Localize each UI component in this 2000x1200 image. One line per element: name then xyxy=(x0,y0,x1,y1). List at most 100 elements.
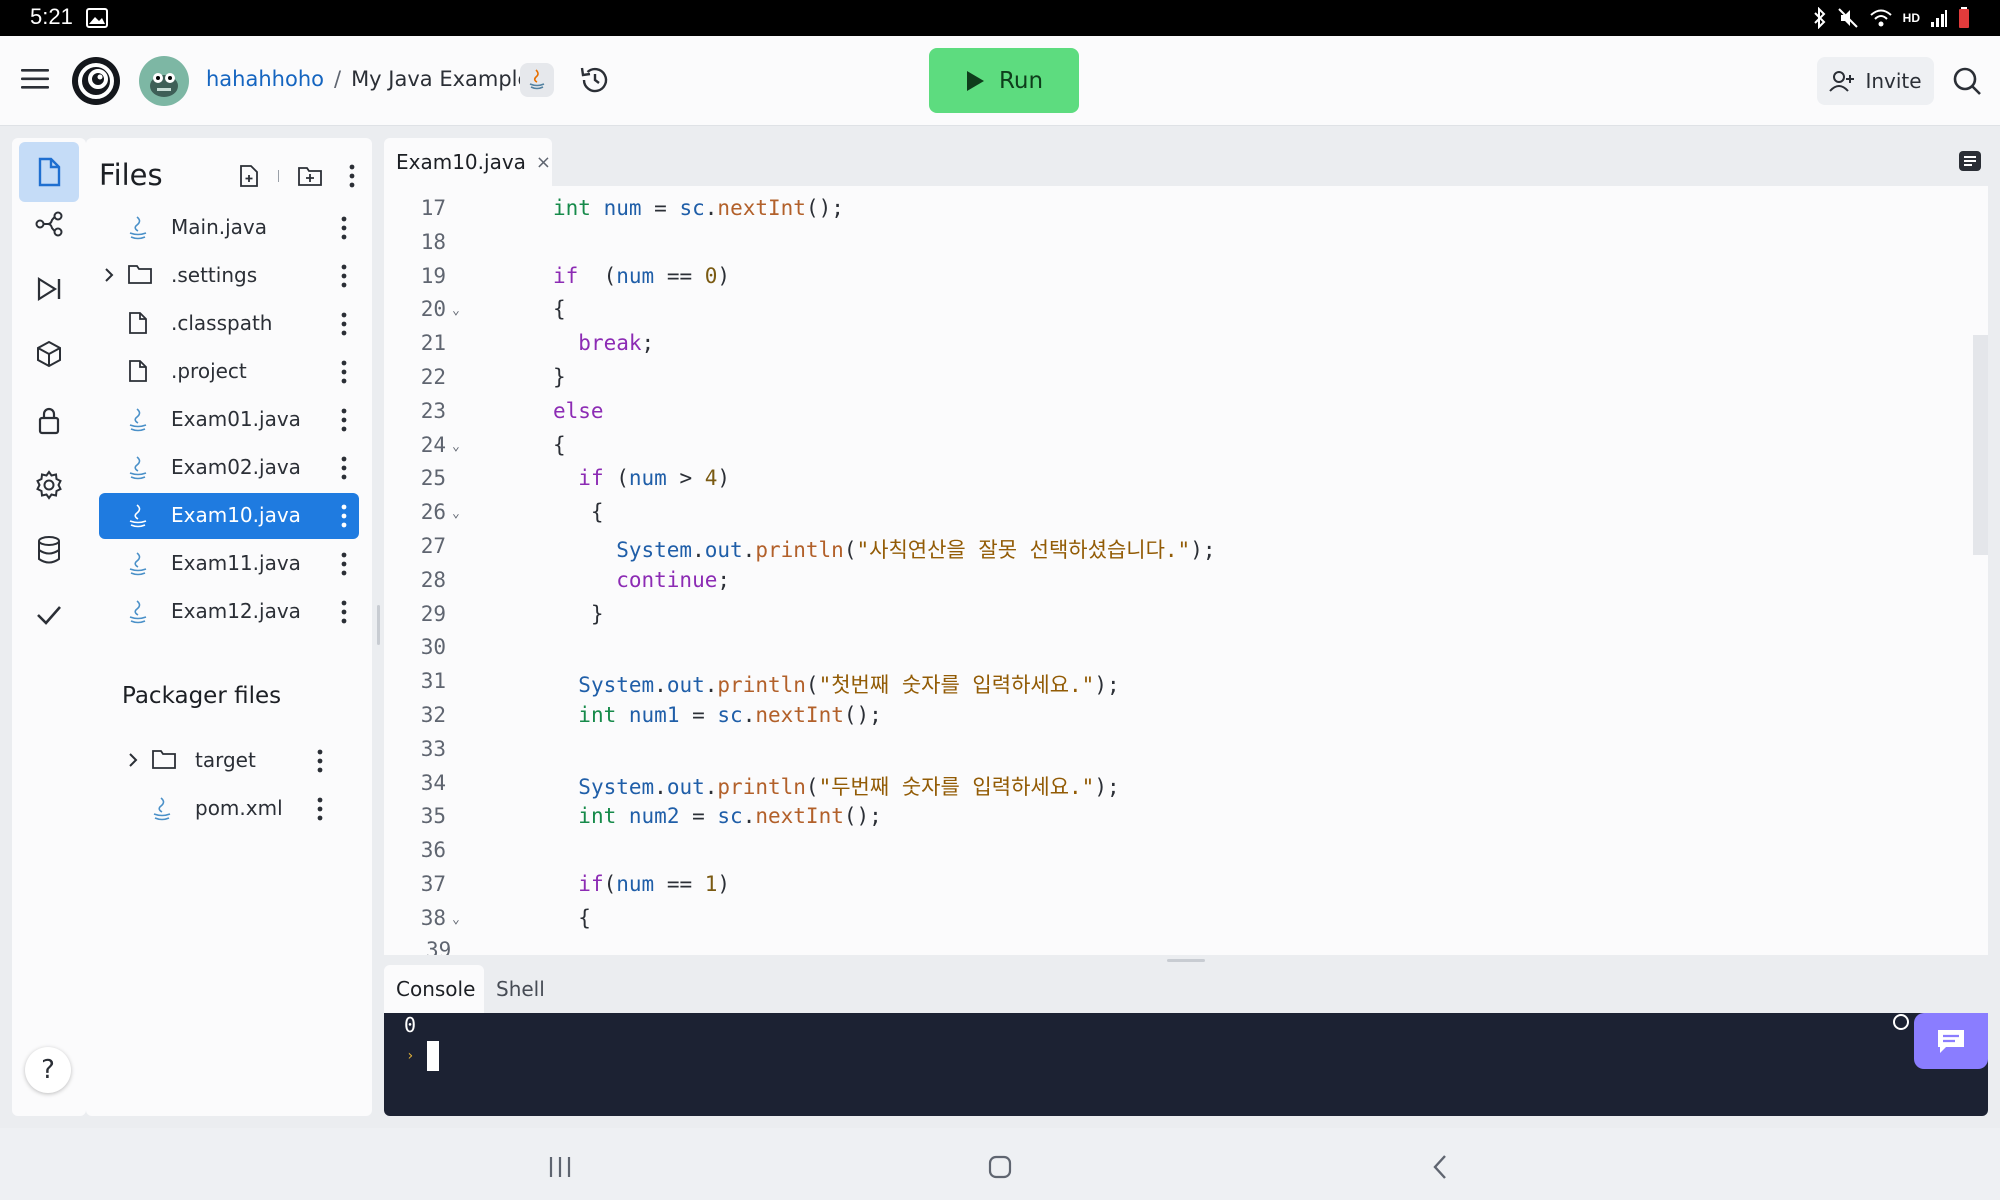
file-menu-icon[interactable] xyxy=(317,749,323,773)
folder-item-target[interactable]: target xyxy=(123,738,359,784)
line-number: 22 xyxy=(420,365,446,389)
tab-shell[interactable]: Shell xyxy=(496,965,545,1013)
fold-chevron-icon[interactable]: ⌄ xyxy=(452,303,460,318)
file-item-classpath[interactable]: .classpath xyxy=(99,301,359,347)
file-item-exam02-java[interactable]: Exam02.java xyxy=(99,445,359,491)
close-icon[interactable]: × xyxy=(536,152,551,173)
recents-icon[interactable] xyxy=(548,1156,572,1178)
breadcrumb-user[interactable]: hahahhoho xyxy=(206,67,324,91)
code-text: if (num > 4) xyxy=(578,466,731,491)
file-menu-icon[interactable] xyxy=(341,504,347,528)
line-number: 26 xyxy=(420,500,446,525)
avatar[interactable] xyxy=(139,56,189,106)
tab-label: Exam10.java xyxy=(396,150,526,174)
chat-button[interactable] xyxy=(1914,1013,1988,1069)
files-icon[interactable] xyxy=(19,142,79,202)
git-icon[interactable] xyxy=(19,194,79,254)
file-menu-icon[interactable] xyxy=(341,264,347,288)
menu-icon[interactable] xyxy=(20,68,50,90)
file-item-project[interactable]: .project xyxy=(99,349,359,395)
code-text: continue; xyxy=(616,567,731,592)
file-name: Exam10.java xyxy=(171,503,301,527)
file-item-exam01-java[interactable]: Exam01.java xyxy=(99,397,359,443)
help-button[interactable]: ? xyxy=(25,1047,71,1093)
new-folder-icon[interactable] xyxy=(297,165,323,187)
settings-icon[interactable] xyxy=(19,455,79,515)
code-line: 38 ⌄ { xyxy=(384,902,1988,936)
run-button[interactable]: Run xyxy=(929,48,1079,113)
console-resize-handle[interactable] xyxy=(1167,959,1205,962)
code-line: 28 continue; xyxy=(384,564,1988,598)
file-name: .settings xyxy=(171,263,258,287)
file-menu-icon[interactable] xyxy=(317,797,323,821)
fold-chevron-icon[interactable]: ⌄ xyxy=(452,912,460,927)
file-menu-icon[interactable] xyxy=(341,408,347,432)
java-icon xyxy=(127,215,149,241)
line-number: 27 xyxy=(420,534,446,558)
code-text: if (num == 0) xyxy=(553,263,731,288)
replit-logo-icon[interactable] xyxy=(70,55,122,107)
back-icon[interactable] xyxy=(1432,1154,1448,1180)
wifi-icon xyxy=(1869,8,1893,28)
file-name: Exam12.java xyxy=(171,599,301,623)
history-icon[interactable] xyxy=(578,63,612,97)
code-line: 34 System.out.println("두번째 숫자를 입력하세요."); xyxy=(384,767,1988,801)
file-name: .classpath xyxy=(171,311,273,335)
editor-scrollbar[interactable] xyxy=(1973,335,1988,555)
tab-console[interactable]: Console xyxy=(384,965,484,1013)
file-menu-icon[interactable] xyxy=(341,216,347,240)
new-file-icon[interactable] xyxy=(238,164,260,188)
line-number: 20 xyxy=(420,297,446,322)
gallery-icon xyxy=(86,8,108,28)
java-language-icon[interactable] xyxy=(520,63,554,97)
packages-icon[interactable] xyxy=(19,324,79,384)
project-name[interactable]: My Java Example xyxy=(351,67,530,91)
folder-item-settings[interactable]: .settings xyxy=(99,253,359,299)
code-line: 22} xyxy=(384,361,1988,395)
bluetooth-icon xyxy=(1813,7,1827,29)
java-icon xyxy=(127,407,149,433)
code-editor[interactable]: 16 17 int num = sc.nextInt(); 18 19 if (num … xyxy=(384,186,1988,955)
code-text: int num = sc.nextInt(); xyxy=(553,196,844,220)
fold-chevron-icon[interactable]: ⌄ xyxy=(452,506,460,521)
secrets-icon[interactable] xyxy=(19,390,79,450)
divider xyxy=(278,170,279,182)
code-line: 26 ⌄ { xyxy=(384,496,1988,530)
code-text: { xyxy=(553,297,566,322)
fold-chevron-icon[interactable]: ⌄ xyxy=(452,439,460,454)
console-output[interactable]: 0 › xyxy=(384,1013,1988,1116)
debugger-icon[interactable] xyxy=(19,259,79,319)
chat-icon xyxy=(1935,1027,1967,1055)
file-item-main-java[interactable]: Main.java xyxy=(99,205,359,251)
file-item-exam10-java[interactable]: Exam10.java xyxy=(99,493,359,539)
files-menu-icon[interactable] xyxy=(349,164,355,188)
invite-button[interactable]: Invite xyxy=(1817,57,1934,105)
search-icon[interactable] xyxy=(1952,66,1982,96)
code-text: { xyxy=(553,432,566,457)
database-icon[interactable] xyxy=(19,520,79,580)
panel-resize-handle[interactable] xyxy=(377,605,380,645)
file-menu-icon[interactable] xyxy=(341,600,347,624)
chevron-right-icon[interactable] xyxy=(103,266,115,284)
signal-icon xyxy=(1930,8,1948,28)
console-search-icon[interactable] xyxy=(1892,1013,1912,1033)
line-number: 23 xyxy=(420,398,446,423)
tab-exam10-java[interactable]: Exam10.java × xyxy=(384,138,552,186)
files-panel: Files Main.java .settings .classpath .pr… xyxy=(86,138,372,1116)
file-menu-icon[interactable] xyxy=(341,312,347,336)
file-menu-icon[interactable] xyxy=(341,360,347,384)
code-line: 35 int num2 = sc.nextInt(); xyxy=(384,800,1988,834)
file-menu-icon[interactable] xyxy=(341,552,347,576)
invite-label: Invite xyxy=(1865,69,1922,93)
file-menu-icon[interactable] xyxy=(341,456,347,480)
file-item-exam12-java[interactable]: Exam12.java xyxy=(99,589,359,635)
file-name: target xyxy=(195,748,256,772)
line-number: 37 xyxy=(420,872,446,896)
minimap-icon[interactable] xyxy=(1958,150,1982,172)
chevron-right-icon[interactable] xyxy=(127,751,139,769)
line-number: 34 xyxy=(420,770,446,795)
check-icon[interactable] xyxy=(19,585,79,645)
file-item-exam11-java[interactable]: Exam11.java xyxy=(99,541,359,587)
home-icon[interactable] xyxy=(988,1155,1012,1179)
file-item-pom-xml[interactable]: pom.xml xyxy=(123,786,359,832)
